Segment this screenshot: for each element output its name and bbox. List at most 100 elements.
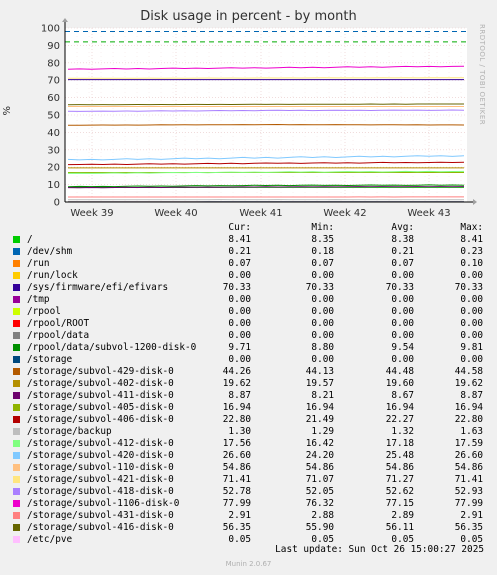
legend-swatch bbox=[13, 440, 20, 447]
y-tick-label: 90 bbox=[47, 41, 60, 52]
legend-cur-value: 71.41 bbox=[222, 474, 251, 485]
legend-row: /rpool/ROOT 0.00 0.00 0.00 0.00 bbox=[0, 318, 497, 330]
legend-min-value: 71.07 bbox=[305, 474, 334, 485]
legend-row: /storage/subvol-405-disk-0 16.94 16.94 16.9… bbox=[0, 402, 497, 414]
legend-swatch bbox=[13, 500, 20, 507]
legend-min-value: 0.00 bbox=[311, 318, 334, 329]
plot-area: 0 10 20 30 40 50 60 70 80 90 100 Week 39 Week 40 Week… bbox=[41, 18, 477, 219]
y-tick-label: 30 bbox=[47, 145, 60, 156]
legend-swatch bbox=[13, 452, 20, 459]
legend-label: /storage/subvol-431-disk-0 bbox=[27, 510, 174, 521]
y-tick-label: 0 bbox=[54, 198, 60, 209]
legend-min-value: 8.21 bbox=[311, 390, 334, 401]
legend-swatch bbox=[13, 284, 20, 291]
x-tick-label: Week 43 bbox=[407, 208, 450, 219]
legend-swatch bbox=[13, 260, 20, 267]
legend-min-value: 19.57 bbox=[305, 378, 334, 389]
legend-row: /run 0.07 0.07 0.07 0.10 bbox=[0, 258, 497, 270]
munin-version: Munin 2.0.67 bbox=[225, 560, 272, 568]
legend-swatch bbox=[13, 392, 20, 399]
legend-swatch bbox=[13, 416, 20, 423]
legend-max-value: 0.00 bbox=[460, 294, 483, 305]
legend-min-value: 8.80 bbox=[311, 342, 334, 353]
legend-min-value: 24.20 bbox=[305, 450, 334, 461]
legend-label: /storage/backup bbox=[27, 426, 112, 437]
legend-avg-value: 19.60 bbox=[385, 378, 414, 389]
legend-label: /run bbox=[27, 258, 50, 269]
legend-swatch bbox=[13, 404, 20, 411]
legend-cur-value: 8.41 bbox=[228, 234, 251, 245]
x-tick-label: Week 39 bbox=[70, 208, 113, 219]
legend-min-value: 52.05 bbox=[305, 486, 334, 497]
legend-label: /storage/subvol-412-disk-0 bbox=[27, 438, 174, 449]
legend-cur-value: 9.71 bbox=[228, 342, 251, 353]
legend-cur-value: 22.80 bbox=[222, 414, 251, 425]
series-line bbox=[67, 103, 464, 106]
legend-max-value: 16.94 bbox=[454, 402, 483, 413]
legend-min-value: 54.86 bbox=[305, 462, 334, 473]
legend-min-value: 8.35 bbox=[311, 234, 334, 245]
legend-min-value: 55.90 bbox=[305, 522, 334, 533]
legend-cur-value: 0.00 bbox=[228, 354, 251, 365]
legend-cur-value: 17.56 bbox=[222, 438, 251, 449]
legend-row: /sys/firmware/efi/efivars 70.33 70.33 70.33… bbox=[0, 282, 497, 294]
y-tick-label: 50 bbox=[47, 111, 60, 122]
legend-cur-value: 0.07 bbox=[228, 258, 251, 269]
legend-cur-value: 0.00 bbox=[228, 306, 251, 317]
y-tick-label: 20 bbox=[47, 163, 60, 174]
legend-avg-value: 44.48 bbox=[385, 366, 414, 377]
legend-cur-value: 1.30 bbox=[228, 426, 251, 437]
header-cur: Cur: bbox=[228, 222, 251, 233]
legend-cur-value: 26.60 bbox=[222, 450, 251, 461]
legend-avg-value: 1.32 bbox=[391, 426, 414, 437]
header-min: Min: bbox=[311, 222, 334, 233]
legend-swatch bbox=[13, 512, 20, 519]
legend-max-value: 26.60 bbox=[454, 450, 483, 461]
legend-min-value: 76.32 bbox=[305, 498, 334, 509]
legend-label: /sys/firmware/efi/efivars bbox=[27, 282, 169, 293]
legend-label: /storage/subvol-416-disk-0 bbox=[27, 522, 174, 533]
legend-swatch bbox=[13, 272, 20, 279]
legend-cur-value: 0.00 bbox=[228, 330, 251, 341]
legend-label: /rpool/data bbox=[27, 330, 90, 341]
legend-cur-value: 19.62 bbox=[222, 378, 251, 389]
legend-label: /storage/subvol-411-disk-0 bbox=[27, 390, 174, 401]
legend-min-value: 0.00 bbox=[311, 294, 334, 305]
legend-avg-value: 2.89 bbox=[391, 510, 414, 521]
legend-avg-value: 0.00 bbox=[391, 306, 414, 317]
legend-label: /storage/subvol-421-disk-0 bbox=[27, 474, 174, 485]
legend-max-value: 2.91 bbox=[460, 510, 483, 521]
x-tick-label: Week 40 bbox=[154, 208, 197, 219]
legend-label: /rpool/ROOT bbox=[27, 318, 90, 329]
legend-min-value: 44.13 bbox=[305, 366, 334, 377]
legend-avg-value: 56.11 bbox=[385, 522, 414, 533]
legend-max-value: 54.86 bbox=[454, 462, 483, 473]
legend-avg-value: 9.54 bbox=[391, 342, 414, 353]
legend-max-value: 0.23 bbox=[460, 246, 483, 257]
legend-avg-value: 17.18 bbox=[385, 438, 414, 449]
legend-label: /storage/subvol-405-disk-0 bbox=[27, 402, 174, 413]
legend-swatch bbox=[13, 428, 20, 435]
legend-row: /storage/subvol-416-disk-0 56.35 55.90 56.1… bbox=[0, 522, 497, 534]
legend-row: /storage/subvol-1106-disk-0 77.99 76.32 77.… bbox=[0, 498, 497, 510]
legend-max-value: 17.59 bbox=[454, 438, 483, 449]
legend-avg-value: 0.00 bbox=[391, 270, 414, 281]
legend-swatch bbox=[13, 356, 20, 363]
legend-max-value: 19.62 bbox=[454, 378, 483, 389]
last-update: Last update: Sun Oct 26 15:00:27 2025 bbox=[275, 544, 484, 555]
legend-label: /storage/subvol-420-disk-0 bbox=[27, 450, 174, 461]
legend-avg-value: 70.33 bbox=[385, 282, 414, 293]
legend-max-value: 8.41 bbox=[460, 234, 483, 245]
legend-label: /dev/shm bbox=[27, 246, 73, 257]
legend-row: /storage/subvol-402-disk-0 19.62 19.57 19.6… bbox=[0, 378, 497, 390]
legend-label: /storage/subvol-1106-disk-0 bbox=[27, 498, 180, 509]
legend-avg-value: 8.38 bbox=[391, 234, 414, 245]
legend-row: /dev/shm 0.21 0.18 0.21 0.23 bbox=[0, 246, 497, 258]
legend-swatch bbox=[13, 320, 20, 327]
legend-max-value: 22.80 bbox=[454, 414, 483, 425]
legend-avg-value: 0.00 bbox=[391, 330, 414, 341]
legend-row: /rpool/data/subvol-1200-disk-0 9.71 8.80 9.… bbox=[0, 342, 497, 354]
legend-row: /storage/subvol-411-disk-0 8.87 8.21 8.67 8.… bbox=[0, 390, 497, 402]
legend-max-value: 0.00 bbox=[460, 318, 483, 329]
legend-avg-value: 52.62 bbox=[385, 486, 414, 497]
